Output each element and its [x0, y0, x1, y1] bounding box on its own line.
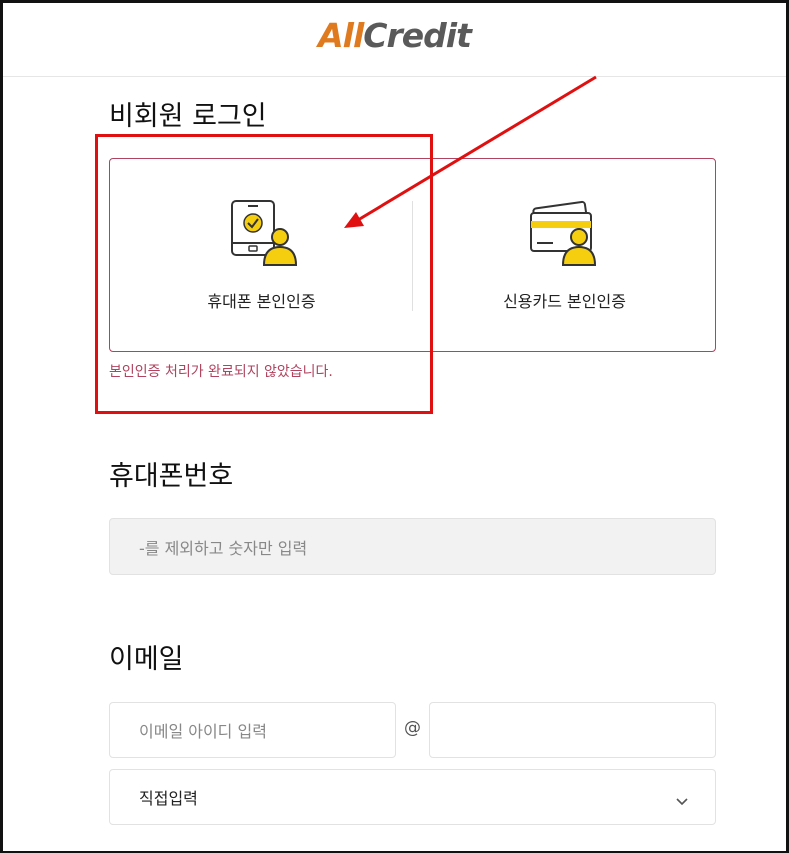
annotation-arrow — [344, 75, 597, 228]
